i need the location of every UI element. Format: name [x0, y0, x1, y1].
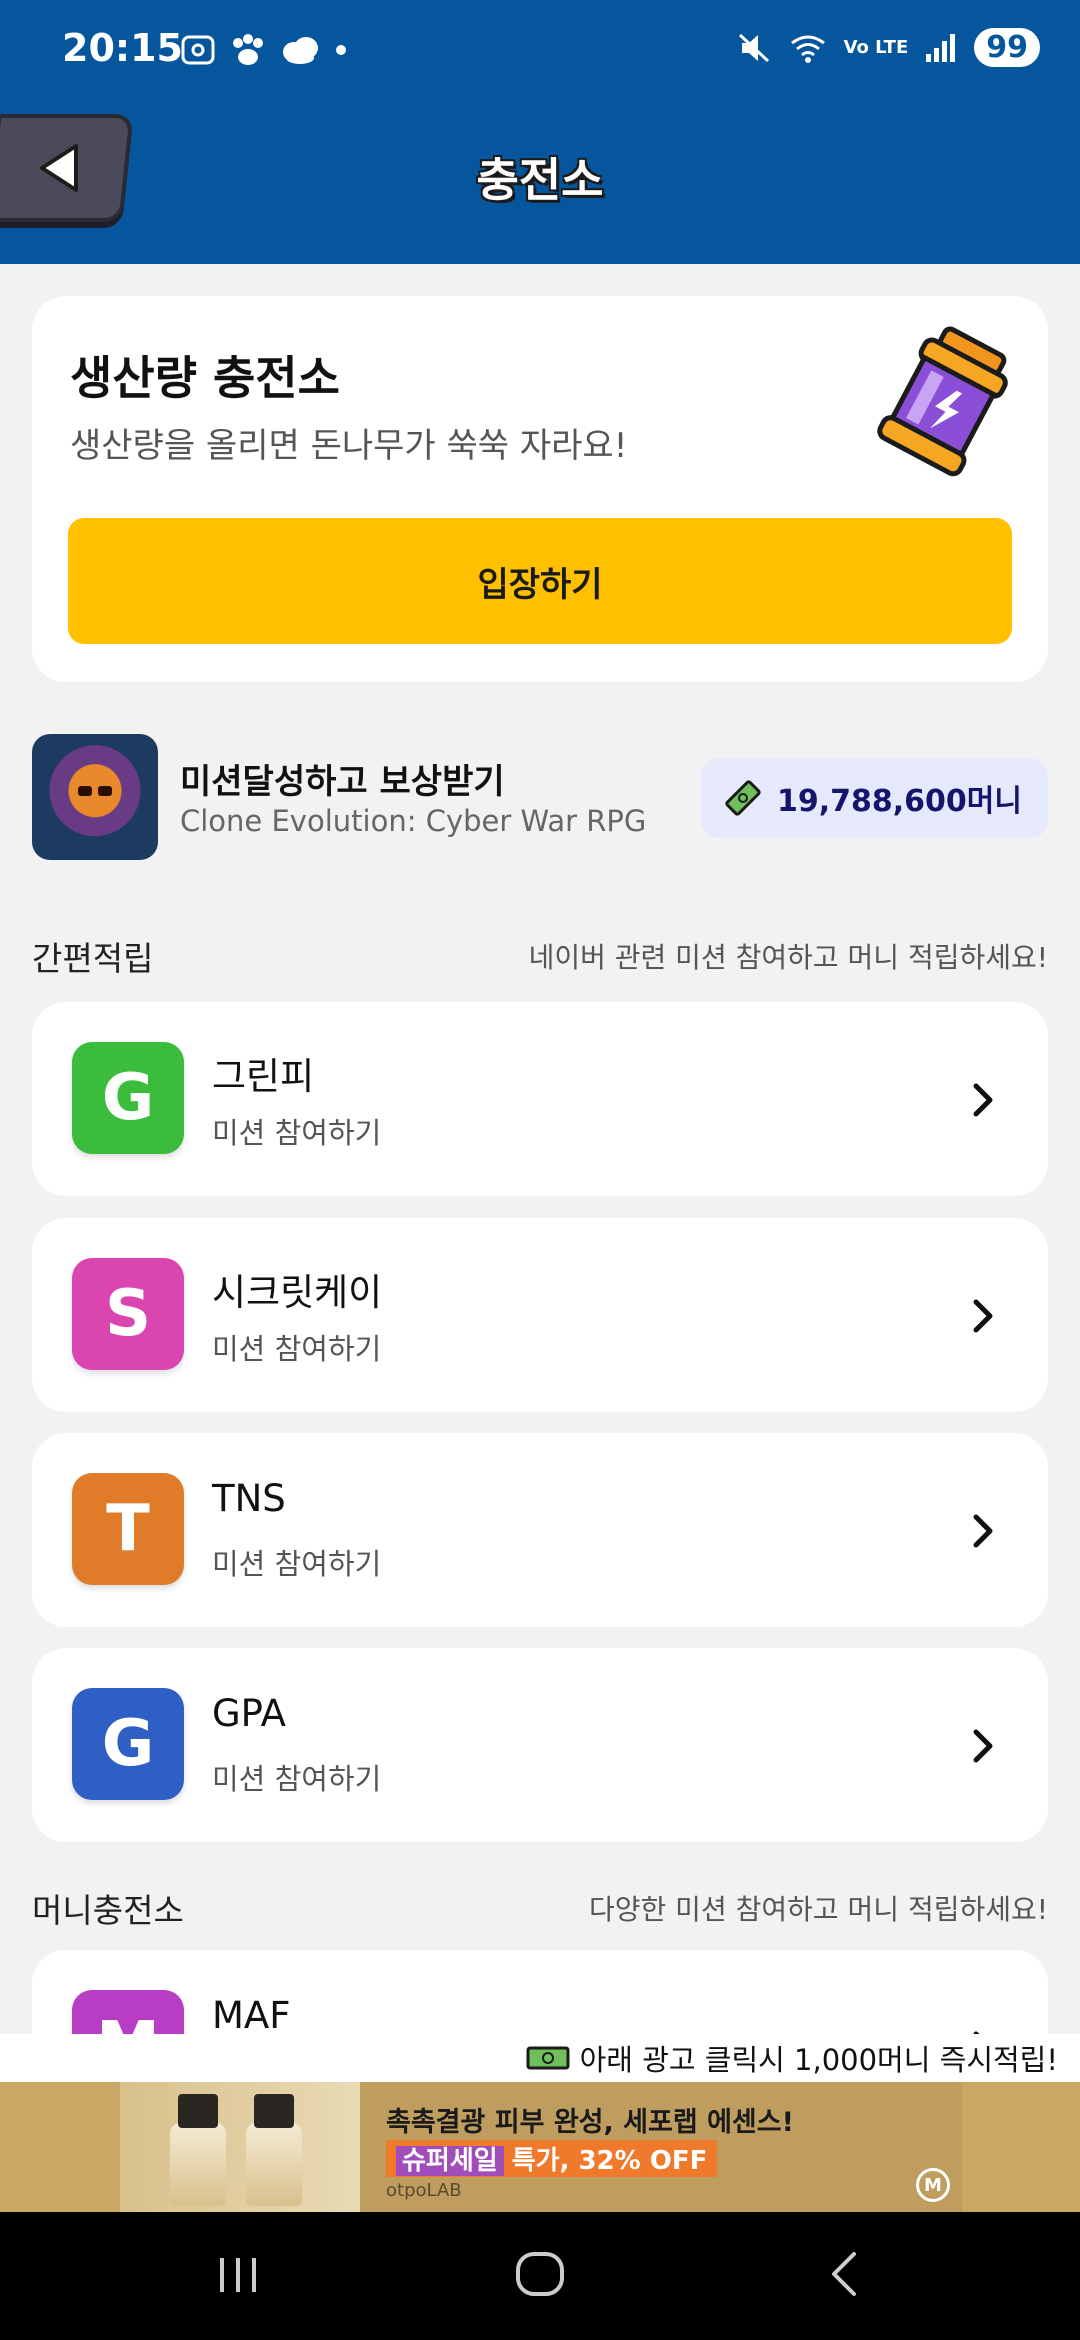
item-name: MAF	[212, 1994, 291, 2037]
list-item-gpa[interactable]: G GPA 미션 참여하기	[32, 1648, 1048, 1842]
ad-product-image	[120, 2082, 360, 2212]
page-title: 충전소	[476, 153, 604, 207]
ad-mark-icon[interactable]: M	[916, 2168, 950, 2202]
wifi-icon	[790, 35, 825, 63]
money-charge-title: 머니충전소	[32, 1891, 184, 1930]
greenpee-logo-icon: G	[72, 1042, 184, 1154]
production-charge-card: 생산량 충전소 생산량을 올리면 돈나무가 쑥쑥 자라요! 입장하기	[32, 296, 1048, 682]
ad-offer-text: 특가, 32% OFF	[511, 2146, 708, 2176]
cloud-icon	[283, 37, 318, 64]
money-charge-subtitle: 다양한 미션 참여하고 머니 적립하세요!	[589, 1893, 1048, 1926]
app-header: 충전소	[0, 78, 1080, 264]
ad-brand: otpoLAB	[386, 2180, 462, 2201]
ad-reward-note: 아래 광고 클릭시 1,000머니 즉시적립!	[0, 2034, 1080, 2082]
ad-note-text: 아래 광고 클릭시 1,000머니 즉시적립!	[579, 2043, 1058, 2077]
dot-icon	[336, 45, 346, 55]
quick-earn-subtitle: 네이버 관련 미션 참여하고 머니 적립하세요!	[528, 941, 1048, 974]
screenshot-icon	[181, 35, 215, 65]
item-name: GPA	[212, 1692, 286, 1735]
quick-earn-title: 간편적립	[32, 939, 154, 978]
status-right-icons: Vo LTE 99	[736, 28, 1040, 67]
status-time: 20:15	[62, 26, 183, 70]
ad-creative[interactable]: 촉촉결광 피부 완성, 세포랩 에센스! 슈퍼세일 특가, 32% OFF otp…	[120, 2082, 962, 2212]
status-left-icons	[180, 30, 348, 70]
paw-icon	[233, 34, 263, 65]
gpa-logo-icon: G	[72, 1688, 184, 1800]
ad-banner[interactable]: 촉촉결광 피부 완성, 세포랩 에센스! 슈퍼세일 특가, 32% OFF otp…	[0, 2082, 1080, 2212]
lte-icon: Vo LTE	[843, 37, 909, 58]
tns-logo-icon: T	[72, 1473, 184, 1585]
secretk-logo-icon: S	[72, 1258, 184, 1370]
charge-card-title: 생산량 충전소	[70, 351, 340, 405]
battery-indicator: 99	[974, 28, 1040, 67]
mission-title: 미션달성하고 보상받기	[180, 762, 505, 802]
money-charge-section-header: 머니충전소 다양한 미션 참여하고 머니 적립하세요!	[32, 1884, 1048, 1930]
enter-button[interactable]: 입장하기	[68, 518, 1012, 644]
money-bill-icon	[526, 2046, 570, 2070]
list-item-secretk[interactable]: S 시크릿케이 미션 참여하기	[32, 1218, 1048, 1412]
status-bar: 20:15 Vo LTE 99	[0, 0, 1080, 78]
chevron-right-icon	[973, 1729, 993, 1763]
item-subtitle: 미션 참여하기	[212, 1762, 382, 1796]
reward-badge[interactable]: 19,788,600머니	[701, 758, 1048, 838]
item-name: 그린피	[212, 1055, 315, 1098]
reward-amount: 19,788,600머니	[777, 784, 1022, 819]
money-icon	[725, 780, 761, 816]
charge-card-description: 생산량을 올리면 돈나무가 쑥쑥 자라요!	[70, 426, 628, 466]
list-item-tns[interactable]: T TNS 미션 참여하기	[32, 1433, 1048, 1627]
battery-icon	[877, 326, 1008, 477]
game-thumbnail	[32, 734, 158, 860]
item-name: 시크릿케이	[212, 1271, 383, 1314]
item-name: TNS	[212, 1477, 286, 1520]
chevron-right-icon	[973, 1083, 993, 1117]
list-item-greenpee[interactable]: G 그린피 미션 참여하기	[32, 1002, 1048, 1196]
item-subtitle: 미션 참여하기	[212, 1332, 382, 1366]
recent-apps-icon[interactable]	[214, 2244, 262, 2304]
system-nav-bar	[0, 2212, 1080, 2340]
item-subtitle: 미션 참여하기	[212, 1547, 382, 1581]
quick-earn-section-header: 간편적립 네이버 관련 미션 참여하고 머니 적립하세요!	[32, 932, 1048, 978]
signal-icon	[926, 33, 956, 62]
ad-offer: 슈퍼세일 특가, 32% OFF	[386, 2140, 718, 2177]
chevron-right-icon	[973, 1299, 993, 1333]
mission-game-name: Clone Evolution: Cyber War RPG	[180, 804, 647, 838]
mute-icon	[738, 33, 769, 62]
back-nav-icon[interactable]	[820, 2244, 868, 2304]
home-icon[interactable]	[510, 2244, 570, 2304]
ad-headline: 촉촉결광 피부 완성, 세포랩 에센스!	[386, 2107, 794, 2138]
chevron-right-icon	[973, 1514, 993, 1548]
mission-banner[interactable]: 미션달성하고 보상받기 Clone Evolution: Cyber War R…	[32, 734, 1048, 862]
item-subtitle: 미션 참여하기	[212, 1116, 382, 1150]
ad-sale-badge: 슈퍼세일	[396, 2146, 504, 2176]
